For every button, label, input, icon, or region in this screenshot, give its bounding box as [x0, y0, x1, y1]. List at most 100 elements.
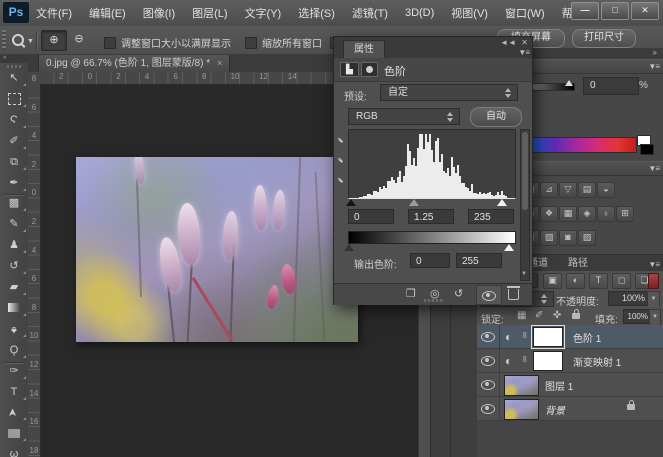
path-selection-tool[interactable]: ➤ [0, 403, 28, 422]
slider-handle-icon[interactable] [565, 80, 573, 86]
tab-paths[interactable]: 路径 [559, 255, 597, 272]
input-white-field[interactable]: 235 [468, 209, 514, 224]
clip-to-layer-icon[interactable]: ❐ [406, 287, 416, 300]
adjustment-icon[interactable]: ▦ [559, 206, 577, 222]
output-black-slider[interactable] [344, 244, 354, 251]
input-gamma-field[interactable]: 1.25 [408, 209, 454, 224]
menu-item[interactable]: 视图(V) [451, 5, 488, 21]
image-layer-filter-icon[interactable]: ▣ [543, 273, 562, 289]
adjustment-icon[interactable]: ▨ [578, 230, 596, 246]
panel-menu-icon[interactable]: ▼≡ [648, 260, 659, 269]
output-white-field[interactable]: 255 [456, 253, 502, 268]
visibility-cell[interactable] [477, 349, 500, 372]
adjustment-layer-filter-icon[interactable]: ◐ [566, 273, 585, 289]
rectangular-marquee-tool[interactable] [0, 90, 28, 109]
adjustment-icon[interactable]: ❖ [540, 206, 558, 222]
layer-name[interactable]: 色阶 1 [573, 330, 601, 345]
properties-panel-header[interactable]: 属性 ◄◄ ✕ ▼≡ [334, 37, 532, 58]
layer-thumbnail[interactable] [504, 375, 539, 396]
panel-menu-icon[interactable]: ▼≡ [648, 62, 659, 71]
adjustment-icon[interactable]: ⊞ [616, 206, 634, 222]
clone-stamp-tool[interactable]: ♟ [0, 236, 28, 255]
lock-transparency-icon[interactable]: ▦ [517, 310, 526, 321]
layer-row-levels[interactable]: ◐ ∞ 色阶 1 [477, 325, 663, 349]
layer-mask-thumbnail[interactable] [533, 327, 563, 347]
fill-value-field[interactable]: 100% [623, 309, 651, 324]
tools-panel-grip[interactable] [7, 65, 21, 68]
zoom-tool-preset[interactable]: ▼ [12, 33, 34, 51]
opacity-dropdown-icon[interactable]: ▼ [647, 291, 660, 308]
move-tool[interactable]: ↖ [0, 69, 28, 88]
resize-window-checkbox[interactable]: 调整窗口大小以满屏显示 [104, 34, 231, 52]
canvas-image[interactable] [76, 157, 358, 342]
eye-icon[interactable] [481, 356, 495, 366]
close-panel-icon[interactable]: ✕ [521, 38, 528, 47]
color-value-field[interactable]: 0 [583, 77, 639, 95]
delete-adjustment-icon[interactable] [508, 289, 519, 303]
opacity-value-field[interactable]: 100% [608, 291, 649, 306]
lock-pixels-icon[interactable]: ✐ [535, 310, 543, 321]
eyedropper-tool[interactable]: ✒ [0, 174, 28, 193]
filter-toggle[interactable] [648, 273, 659, 289]
panel-resize-grip[interactable] [424, 299, 444, 302]
eye-icon[interactable] [481, 380, 495, 390]
visibility-cell[interactable] [477, 325, 500, 348]
eraser-tool[interactable]: ▰ [0, 278, 28, 297]
lock-all-icon[interactable] [572, 311, 580, 322]
layer-row-gradient-map[interactable]: ◐ ∞ 渐变映射 1 [477, 349, 663, 373]
maximize-button[interactable]: □ [601, 2, 629, 20]
black-point-eyedropper-icon[interactable]: ✒ [334, 133, 347, 146]
zoom-out-button[interactable]: ⊖ [67, 30, 91, 49]
white-point-eyedropper-icon[interactable]: ✒ [334, 173, 347, 186]
fill-dropdown-icon[interactable]: ▼ [649, 309, 661, 326]
scrollbar-thumb[interactable] [522, 132, 528, 210]
layer-name[interactable]: 渐变映射 1 [573, 354, 621, 369]
auto-button[interactable]: 自动 [470, 107, 522, 127]
shape-layer-filter-icon[interactable]: ◻ [612, 273, 631, 289]
menu-item[interactable]: 窗口(W) [505, 5, 545, 21]
options-bar-grip[interactable] [2, 30, 6, 50]
adjustment-icon[interactable]: ♁ [597, 206, 615, 222]
eye-icon[interactable] [481, 404, 495, 414]
visibility-cell[interactable] [477, 397, 500, 420]
brush-tool[interactable]: ✎ [0, 215, 28, 234]
panel-scrollbar[interactable] [520, 129, 530, 281]
tab-properties[interactable]: 属性 [343, 40, 385, 59]
layer-name[interactable]: 图层 1 [545, 378, 573, 393]
black-swatch[interactable] [640, 144, 654, 155]
menu-item[interactable]: 图层(L) [192, 5, 227, 21]
history-brush-tool[interactable]: ↺ [0, 257, 28, 276]
quick-selection-tool[interactable]: ✐ [0, 132, 28, 151]
adjustment-icon[interactable]: ⊿ [540, 182, 558, 198]
print-size-button[interactable]: 打印尺寸 [572, 29, 636, 48]
adjustment-icon[interactable]: ▧ [540, 230, 558, 246]
document-tab[interactable]: 0.jpg @ 66.7% (色阶 1, 图层蒙版/8) *× [38, 54, 230, 73]
menu-item[interactable]: 图像(I) [143, 5, 175, 21]
layer-name[interactable]: 背景 [545, 402, 565, 417]
menu-item[interactable]: 选择(S) [298, 5, 335, 21]
layer-row-background[interactable]: 背景 [477, 397, 663, 421]
crop-tool[interactable]: ⧉ [0, 153, 28, 172]
eye-icon[interactable] [481, 332, 495, 342]
reset-icon[interactable]: ↺ [454, 287, 463, 300]
close-button[interactable]: ✕ [631, 2, 659, 20]
menu-item[interactable]: 文件(F) [36, 5, 72, 21]
zoom-in-button[interactable]: ⊕ [41, 30, 67, 51]
adjustment-icon[interactable]: ◈ [578, 206, 596, 222]
menu-item[interactable]: 3D(D) [405, 7, 434, 19]
layer-thumbnail[interactable] [504, 399, 539, 420]
adjustment-icon[interactable]: ▽ [559, 182, 577, 198]
spot-healing-brush-tool[interactable]: ▩ [0, 194, 28, 213]
dodge-tool[interactable]: Ϙ [0, 341, 28, 360]
pen-tool[interactable]: ✑ [0, 362, 28, 381]
blur-tool[interactable]: ♠ [0, 320, 28, 339]
layer-mask-thumbnail[interactable] [533, 351, 563, 371]
lock-position-icon[interactable]: ✜ [553, 310, 561, 321]
collapse-panel-icon[interactable]: ◄◄ [500, 38, 516, 47]
scroll-down-icon[interactable]: ▼ [520, 271, 528, 277]
black-input-slider[interactable] [346, 199, 356, 206]
gray-point-eyedropper-icon[interactable]: ✒ [334, 153, 347, 166]
menu-item[interactable]: 编辑(E) [89, 5, 126, 21]
menu-item[interactable]: 文字(Y) [245, 5, 282, 21]
channel-select[interactable]: RGB [348, 108, 460, 125]
